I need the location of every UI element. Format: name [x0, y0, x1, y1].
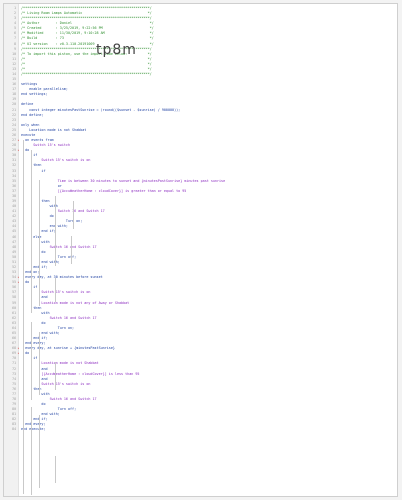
code-text: end execute; — [21, 427, 46, 432]
indent-guide-if-4 — [39, 415, 40, 488]
indent-guide-with-2 — [55, 278, 56, 302]
code-listing: 1/**************************************… — [4, 6, 397, 433]
indent-guide-if-2 — [55, 196, 56, 266]
indent-guide-if-1 — [39, 180, 40, 306]
indent-guide-with-3 — [55, 362, 56, 390]
indent-guide-with-1 — [71, 236, 72, 264]
code-line[interactable]: 84 end execute; — [4, 427, 397, 432]
indent-guide-every-2 — [31, 407, 32, 495]
import-code-logo: tp8m — [96, 42, 137, 58]
piston-code-view: 1/**************************************… — [3, 3, 398, 497]
indent-guide-on-events — [31, 150, 32, 313]
indent-guide-if-3 — [39, 332, 40, 395]
indent-guide-every-1 — [31, 322, 32, 400]
line-number: 84 — [12, 427, 16, 432]
indent-guide-with-4 — [55, 456, 56, 483]
indent-guide-condition-group — [73, 201, 74, 229]
indent-guide-execute — [23, 140, 24, 494]
